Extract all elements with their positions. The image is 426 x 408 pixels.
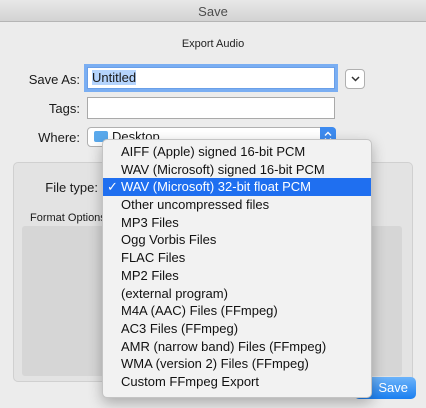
menu-item-ogg-vorbis[interactable]: Ogg Vorbis Files xyxy=(103,231,371,249)
menu-item-wav-16bit[interactable]: WAV (Microsoft) signed 16-bit PCM xyxy=(103,161,371,179)
expand-dialog-button[interactable] xyxy=(345,69,365,89)
menu-item-aiff[interactable]: AIFF (Apple) signed 16-bit PCM xyxy=(103,143,371,161)
chevron-down-icon xyxy=(350,76,360,82)
menu-item-mp3[interactable]: MP3 Files xyxy=(103,214,371,232)
file-type-label: File type: xyxy=(45,180,98,195)
menu-item-flac[interactable]: FLAC Files xyxy=(103,249,371,267)
window-title: Save xyxy=(198,4,228,19)
save-as-label: Save As: xyxy=(28,72,80,87)
save-as-field[interactable]: Untitled xyxy=(84,64,338,92)
tags-label: Tags: xyxy=(48,101,80,116)
menu-item-mp2[interactable]: MP2 Files xyxy=(103,267,371,285)
tags-field[interactable] xyxy=(87,97,335,119)
where-label: Where: xyxy=(38,130,80,145)
menu-item-custom-ffmpeg[interactable]: Custom FFmpeg Export xyxy=(103,373,371,391)
menu-item-amr[interactable]: AMR (narrow band) Files (FFmpeg) xyxy=(103,338,371,356)
menu-item-other-uncompressed[interactable]: Other uncompressed files xyxy=(103,196,371,214)
file-type-menu: AIFF (Apple) signed 16-bit PCM WAV (Micr… xyxy=(102,139,372,398)
save-dialog-window: Save Export Audio Save As: Untitled Tags… xyxy=(0,0,426,408)
save-as-value: Untitled xyxy=(92,70,137,85)
title-bar[interactable]: Save xyxy=(0,0,426,22)
menu-item-external-program[interactable]: (external program) xyxy=(103,285,371,303)
menu-item-m4a-aac[interactable]: M4A (AAC) Files (FFmpeg) xyxy=(103,302,371,320)
format-options-label: Format Options xyxy=(30,212,106,224)
dialog-heading: Export Audio xyxy=(181,38,245,50)
menu-item-wav-32bit-float[interactable]: ✓ WAV (Microsoft) 32-bit float PCM xyxy=(103,178,371,197)
checkmark-icon: ✓ xyxy=(107,179,118,195)
menu-item-ac3[interactable]: AC3 Files (FFmpeg) xyxy=(103,320,371,338)
menu-item-wma[interactable]: WMA (version 2) Files (FFmpeg) xyxy=(103,355,371,373)
